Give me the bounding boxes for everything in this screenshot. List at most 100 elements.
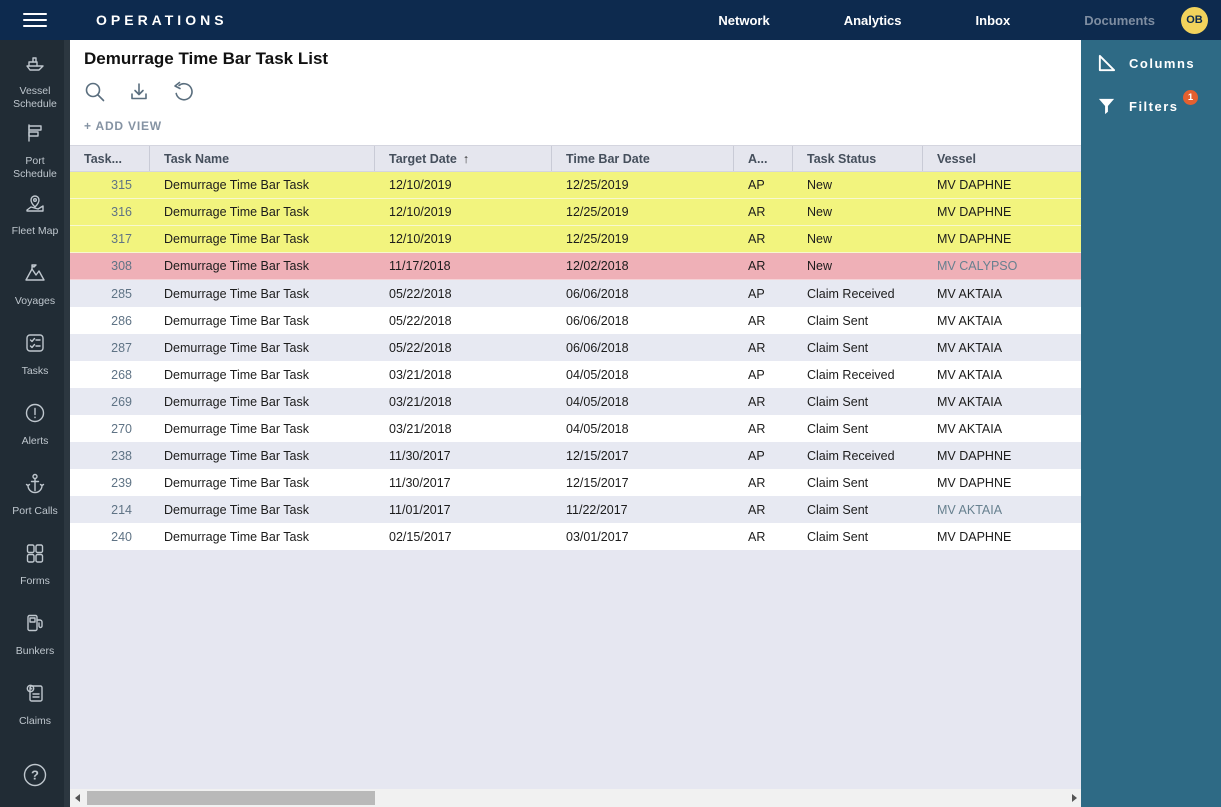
add-view-button[interactable]: + ADD VIEW [70,109,176,145]
task-name-cell: Demurrage Time Bar Task [150,469,375,496]
sidebar-item-forms[interactable]: Forms [3,542,67,612]
columns-button[interactable]: Columns [1097,54,1221,73]
sidebar-item-bunkers[interactable]: Bunkers [3,612,67,682]
time-bar-date-cell: 06/06/2018 [552,280,734,307]
sidebar-item-label: Fleet Map [12,225,59,238]
table-row[interactable]: 239Demurrage Time Bar Task11/30/201712/1… [70,469,1081,496]
horizontal-scrollbar[interactable] [70,789,1081,807]
column-header-2[interactable]: Target Date↑ [375,146,552,171]
table-row[interactable]: 268Demurrage Time Bar Task03/21/201804/0… [70,361,1081,388]
table-row[interactable]: 270Demurrage Time Bar Task03/21/201804/0… [70,415,1081,442]
sidebar-item-claims[interactable]: Claims [3,682,67,752]
sidebar-item-vessel-schedule[interactable]: Vessel Schedule [3,52,67,122]
sidebar-item-voyages[interactable]: Voyages [3,262,67,332]
target-date-cell: 05/22/2018 [375,307,552,334]
task-number-cell: 270 [70,415,150,442]
hamburger-menu-button[interactable] [0,9,70,31]
filters-count-badge: 1 [1183,90,1198,105]
time-bar-date-cell: 12/15/2017 [552,442,734,469]
task-name-cell: Demurrage Time Bar Task [150,199,375,225]
column-header-5[interactable]: Task Status [793,146,923,171]
search-button[interactable] [84,81,106,103]
sidebar-item-port-calls[interactable]: Port Calls [3,472,67,542]
table-row[interactable]: 287Demurrage Time Bar Task05/22/201806/0… [70,334,1081,361]
filters-button[interactable]: Filters 1 [1097,97,1221,116]
vessel-cell: MV DAPHNE [923,226,1081,252]
sidebar-item-port-schedule[interactable]: Port Schedule [3,122,67,192]
scrollbar-track[interactable] [84,789,1067,807]
sidebar-item-label: Tasks [22,365,49,378]
table-row[interactable]: 269Demurrage Time Bar Task03/21/201804/0… [70,388,1081,415]
table-row[interactable]: 316Demurrage Time Bar Task12/10/201912/2… [70,199,1081,226]
task-status-cell: Claim Sent [793,496,923,523]
a-cell: AR [734,253,793,279]
target-date-cell: 03/21/2018 [375,361,552,388]
vessel-cell: MV DAPHNE [923,442,1081,469]
filter-icon [1097,97,1116,116]
vessel-cell: MV AKTAIA [923,415,1081,442]
task-status-cell: Claim Sent [793,469,923,496]
user-avatar[interactable]: OB [1181,7,1208,34]
table-row[interactable]: 240Demurrage Time Bar Task02/15/201703/0… [70,523,1081,550]
target-date-cell: 02/15/2017 [375,523,552,550]
nav-item-analytics[interactable]: Analytics [844,13,902,28]
time-bar-date-cell: 04/05/2018 [552,415,734,442]
svg-text:?: ? [31,768,39,783]
sidebar-item-alerts[interactable]: Alerts [3,402,67,472]
table-row[interactable]: 315Demurrage Time Bar Task12/10/201912/2… [70,172,1081,199]
main-content: Demurrage Time Bar Task List + ADD VIEW … [70,40,1081,807]
target-date-cell: 03/21/2018 [375,415,552,442]
column-header-1[interactable]: Task Name [150,146,375,171]
nav-item-network[interactable]: Network [718,13,769,28]
table-row[interactable]: 286Demurrage Time Bar Task05/22/201806/0… [70,307,1081,334]
toolbar [70,69,1081,109]
scroll-right-arrow-icon[interactable] [1067,789,1081,807]
column-header-label: Vessel [937,152,976,166]
time-bar-date-cell: 06/06/2018 [552,307,734,334]
task-status-cell: New [793,253,923,279]
target-date-cell: 05/22/2018 [375,334,552,361]
table-empty-area [70,550,1081,789]
vessel-cell: MV DAPHNE [923,523,1081,550]
task-name-cell: Demurrage Time Bar Task [150,280,375,307]
scrollbar-thumb[interactable] [87,791,375,805]
table-row[interactable]: 214Demurrage Time Bar Task11/01/201711/2… [70,496,1081,523]
task-number-cell: 317 [70,226,150,252]
vessel-cell: MV DAPHNE [923,469,1081,496]
task-name-cell: Demurrage Time Bar Task [150,442,375,469]
sidebar-item-fleet-map[interactable]: Fleet Map [3,192,67,262]
table-row[interactable]: 285Demurrage Time Bar Task05/22/201806/0… [70,280,1081,307]
nav-item-documents[interactable]: Documents [1084,13,1155,28]
undo-button[interactable] [172,81,194,103]
nav-item-inbox[interactable]: Inbox [976,13,1011,28]
sidebar-item-label: Claims [19,715,51,728]
forms-icon [24,542,46,575]
column-header-3[interactable]: Time Bar Date [552,146,734,171]
scroll-left-arrow-icon[interactable] [70,789,84,807]
task-status-cell: Claim Sent [793,307,923,334]
vessel-cell: MV AKTAIA [923,307,1081,334]
table-header-row: Task...Task NameTarget Date↑Time Bar Dat… [70,145,1081,172]
table-row[interactable]: 238Demurrage Time Bar Task11/30/201712/1… [70,442,1081,469]
download-button[interactable] [128,81,150,103]
target-date-cell: 11/17/2018 [375,253,552,279]
task-number-cell: 315 [70,172,150,198]
target-date-cell: 11/30/2017 [375,442,552,469]
column-header-4[interactable]: A... [734,146,793,171]
table-row[interactable]: 317Demurrage Time Bar Task12/10/201912/2… [70,226,1081,253]
hamburger-icon [23,9,47,31]
task-status-cell: Claim Received [793,280,923,307]
a-cell: AR [734,307,793,334]
task-number-cell: 214 [70,496,150,523]
help-button[interactable]: ? [22,762,48,793]
column-header-0[interactable]: Task... [70,146,150,171]
sidebar-item-tasks[interactable]: Tasks [3,332,67,402]
column-header-6[interactable]: Vessel [923,146,1081,171]
task-name-cell: Demurrage Time Bar Task [150,172,375,198]
table-row[interactable]: 308Demurrage Time Bar Task11/17/201812/0… [70,253,1081,280]
vessel-cell: MV AKTAIA [923,496,1081,523]
sidebar-item-label: Forms [20,575,50,588]
alerts-icon [24,402,46,435]
target-date-cell: 12/10/2019 [375,172,552,198]
task-name-cell: Demurrage Time Bar Task [150,361,375,388]
